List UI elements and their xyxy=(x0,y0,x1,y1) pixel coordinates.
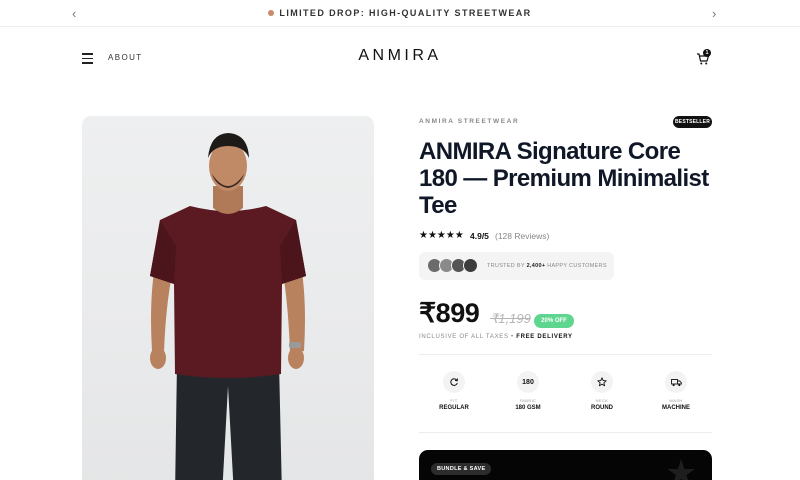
fabric-weight-icon: 180 xyxy=(517,371,539,393)
announcement-bar: ‹ LIMITED DROP: HIGH-QUALITY STREETWEAR … xyxy=(0,0,800,27)
avatar xyxy=(463,258,478,273)
model-illustration xyxy=(150,133,306,480)
announcement-dot xyxy=(268,10,275,16)
rating-value: 4.9/5 xyxy=(470,231,489,241)
bestseller-badge: BESTSELLER xyxy=(673,116,712,128)
feature-neck: NECK ROUND xyxy=(567,368,637,411)
site-header: ABOUT ANMIRA 1 xyxy=(0,28,800,88)
star-outline-icon xyxy=(591,371,613,393)
feature-fit: FIT REGULAR xyxy=(419,368,489,411)
refresh-icon xyxy=(443,371,465,393)
star-rating-icon: ★★★★★ xyxy=(419,230,464,241)
tax-note: INCLUSIVE OF ALL TAXES • FREE DELIVERY xyxy=(419,334,573,340)
feature-fabric: 180 FABRIC 180 GSM xyxy=(493,368,563,411)
star-icon: ★ xyxy=(665,452,698,480)
product-price: ₹899 xyxy=(419,298,480,328)
compare-price: ₹1,199 xyxy=(490,311,531,326)
feature-wash: WASH MACHINE xyxy=(641,368,711,411)
truck-icon xyxy=(665,371,687,393)
product-title: ANMIRA Signature Core 180 — Premium Mini… xyxy=(419,138,709,219)
discount-badge: 20% OFF xyxy=(534,314,574,328)
bundle-label: BUNDLE & SAVE xyxy=(431,463,492,475)
reviews-link[interactable]: (128 Reviews) xyxy=(495,231,549,241)
trust-bar: TRUSTED BY 2,400+ HAPPY CUSTOMERS xyxy=(419,252,614,280)
site-logo[interactable]: ANMIRA xyxy=(0,47,800,65)
divider xyxy=(419,432,712,433)
chevron-right-icon[interactable]: › xyxy=(712,6,716,21)
divider xyxy=(419,354,712,355)
announcement-message: LIMITED DROP: HIGH-QUALITY STREETWEAR xyxy=(0,8,800,18)
bundle-save-card[interactable]: BUNDLE & SAVE ★ xyxy=(419,450,712,480)
announcement-text: LIMITED DROP: HIGH-QUALITY STREETWEAR xyxy=(279,8,532,18)
trust-text: TRUSTED BY 2,400+ HAPPY CUSTOMERS xyxy=(487,263,607,269)
brand-name: ANMIRA STREETWEAR xyxy=(419,118,520,125)
product-image[interactable] xyxy=(82,116,374,480)
cart-count-badge: 1 xyxy=(703,49,711,57)
product-features: FIT REGULAR 180 FABRIC 180 GSM NECK ROUN… xyxy=(419,368,712,428)
